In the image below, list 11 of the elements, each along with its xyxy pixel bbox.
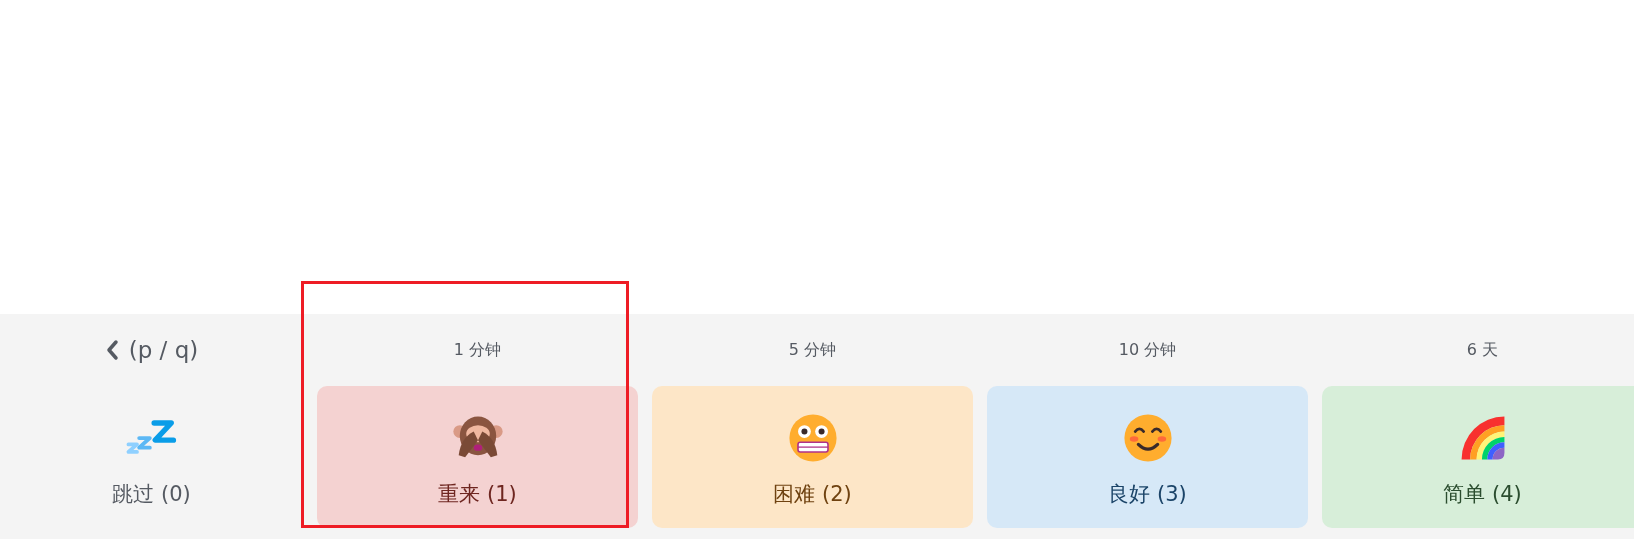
skip-button[interactable]: 跳过 (0) xyxy=(0,386,303,528)
back-button[interactable]: (p / q) xyxy=(100,335,203,365)
interval-label: 1 分钟 xyxy=(453,339,502,361)
interval-label: 10 分钟 xyxy=(1118,339,1177,361)
answer-button[interactable]: 简单 (4) xyxy=(1322,386,1634,528)
interval-label: 6 天 xyxy=(1466,339,1499,361)
interval-label: 5 分钟 xyxy=(788,339,837,361)
answer-button[interactable]: 良好 (3) xyxy=(987,386,1308,528)
answer-button[interactable]: 困难 (2) xyxy=(652,386,973,528)
answer-button[interactable]: 重来 (1) xyxy=(317,386,638,528)
chevron-left-icon xyxy=(104,339,119,361)
